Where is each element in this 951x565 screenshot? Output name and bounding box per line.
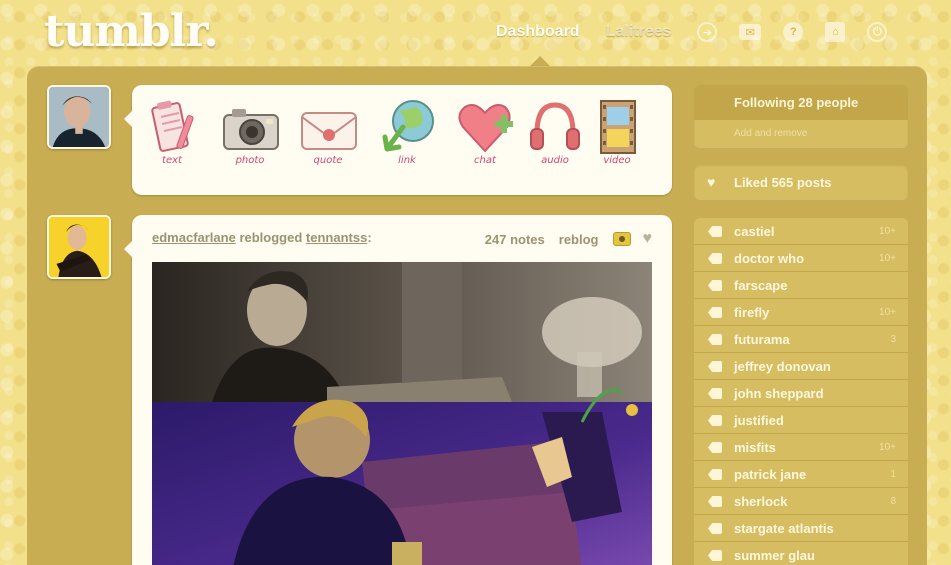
dashboard-post: edmacfarlane reblogged tennantss: 247 no… <box>124 215 672 565</box>
post-author-avatar[interactable] <box>47 215 111 279</box>
tag-icon <box>708 550 722 561</box>
tag-new-count: 10+ <box>879 441 896 453</box>
post-type-label: text <box>162 155 182 166</box>
nav-dashboard[interactable]: Dashboard <box>496 23 580 41</box>
tag-label[interactable]: futurama <box>734 332 790 347</box>
tag-icon <box>708 469 722 480</box>
tag-item[interactable]: futurama 3 <box>694 326 908 353</box>
tag-label[interactable]: john sheppard <box>734 386 824 401</box>
heart-icon: ♥ <box>707 174 716 190</box>
tag-item[interactable]: jeffrey donovan <box>694 353 908 380</box>
tag-item[interactable]: justified <box>694 407 908 434</box>
tag-icon <box>708 496 722 507</box>
post-type-label: link <box>398 155 416 166</box>
tag-new-count: 1 <box>890 468 896 480</box>
post-type-label: quote <box>313 155 343 166</box>
help-icon[interactable]: ? <box>783 22 804 42</box>
inbox-icon[interactable]: ✉ <box>739 24 762 40</box>
post-type-video[interactable]: video <box>582 97 652 166</box>
user-avatar[interactable] <box>47 85 111 149</box>
tag-label[interactable]: firefly <box>734 305 769 320</box>
tag-label[interactable]: castiel <box>734 224 774 239</box>
heart-plus-icon <box>458 104 513 153</box>
tag-icon <box>708 307 722 318</box>
following-count[interactable]: Following 28 people <box>694 85 908 120</box>
tag-item[interactable]: summer glau <box>694 542 908 565</box>
liked-count[interactable]: Liked 565 posts <box>734 175 832 190</box>
tag-item[interactable]: sherlock 8 <box>694 488 908 515</box>
post-author-link[interactable]: edmacfarlane <box>152 230 236 245</box>
tag-label[interactable]: farscape <box>734 278 787 293</box>
tag-icon <box>708 280 722 291</box>
tag-icon <box>708 334 722 345</box>
post-type-label: audio <box>541 155 569 166</box>
post-type-link[interactable]: link <box>372 97 442 166</box>
post-type-audio[interactable]: audio <box>520 97 590 166</box>
tag-icon <box>708 388 722 399</box>
tag-icon <box>708 523 722 534</box>
headphones-icon <box>530 102 580 150</box>
notepad-icon <box>151 100 194 152</box>
tag-icon <box>708 253 722 264</box>
tag-item[interactable]: patrick jane 1 <box>694 461 908 488</box>
tag-label[interactable]: sherlock <box>734 494 787 509</box>
tag-icon <box>708 415 722 426</box>
tag-item[interactable]: farscape <box>694 272 908 299</box>
post-type-quote[interactable]: quote <box>293 97 363 166</box>
post-type-photo[interactable]: photo <box>215 97 285 166</box>
top-nav: Dashboard Lalitrees ➔ ✉ ? ⌂ ⏻ <box>496 20 909 44</box>
tag-label[interactable]: misfits <box>734 440 776 455</box>
tag-icon <box>708 226 722 237</box>
tag-new-count: 3 <box>890 333 896 345</box>
post-type-label: video <box>603 155 631 166</box>
tag-label[interactable]: summer glau <box>734 548 815 563</box>
post-header: edmacfarlane reblogged tennantss: 247 no… <box>152 230 652 250</box>
tag-item[interactable]: stargate atlantis <box>694 515 908 542</box>
tag-icon <box>708 361 722 372</box>
tag-label[interactable]: patrick jane <box>734 467 806 482</box>
tag-item[interactable]: john sheppard <box>694 380 908 407</box>
post-colon: : <box>367 230 372 245</box>
tag-item[interactable]: doctor who 10+ <box>694 245 908 272</box>
post-photo[interactable] <box>152 262 652 565</box>
nav-blog[interactable]: Lalitrees <box>606 23 672 41</box>
tumblr-logo[interactable]: tumblr. <box>44 6 219 57</box>
tag-label[interactable]: stargate atlantis <box>734 521 834 536</box>
tag-item[interactable]: firefly 10+ <box>694 299 908 326</box>
post-type-label: chat <box>474 155 496 166</box>
envelope-icon <box>301 112 357 150</box>
tag-icon <box>708 442 722 453</box>
film-icon <box>600 100 636 154</box>
tracked-tags-list: castiel 10+ doctor who 10+ farscape firefly 10… <box>694 218 908 565</box>
post-source-link[interactable]: tennantss <box>306 230 367 245</box>
logout-icon[interactable]: ⏻ <box>867 22 888 42</box>
tag-new-count: 10+ <box>879 225 896 237</box>
photo-post-icon <box>612 232 631 246</box>
tag-item[interactable]: misfits 10+ <box>694 434 908 461</box>
liked-posts-card[interactable]: ♥ Liked 565 posts <box>694 165 908 199</box>
reblog-link[interactable]: reblog <box>559 232 599 247</box>
tag-label[interactable]: doctor who <box>734 251 804 266</box>
add-remove-link[interactable]: Add and remove <box>694 120 908 139</box>
post-type-label: photo <box>235 155 265 166</box>
tag-label[interactable]: justified <box>734 413 784 428</box>
home-icon[interactable]: ⌂ <box>825 22 846 42</box>
post-type-bar: text photo quote link chat audio video <box>124 85 672 195</box>
post-type-chat[interactable]: chat <box>450 97 520 166</box>
tag-item[interactable]: castiel 10+ <box>694 218 908 245</box>
tag-new-count: 8 <box>890 495 896 507</box>
camera-icon <box>223 109 279 150</box>
following-card[interactable]: Following 28 people Add and remove <box>694 85 908 147</box>
post-controls: 247 notes reblog ♥ <box>485 230 652 248</box>
post-type-text[interactable]: text <box>137 97 207 166</box>
post-notes-count[interactable]: 247 notes <box>485 232 545 247</box>
nav-active-caret <box>530 56 550 66</box>
tag-new-count: 10+ <box>879 306 896 318</box>
tag-new-count: 10+ <box>879 252 896 264</box>
post-action-text: reblogged <box>239 230 303 245</box>
globe-arrow-icon <box>382 100 434 152</box>
like-heart-icon[interactable]: ♥ <box>643 230 653 248</box>
explore-icon[interactable]: ➔ <box>697 22 718 42</box>
tag-label[interactable]: jeffrey donovan <box>734 359 831 374</box>
